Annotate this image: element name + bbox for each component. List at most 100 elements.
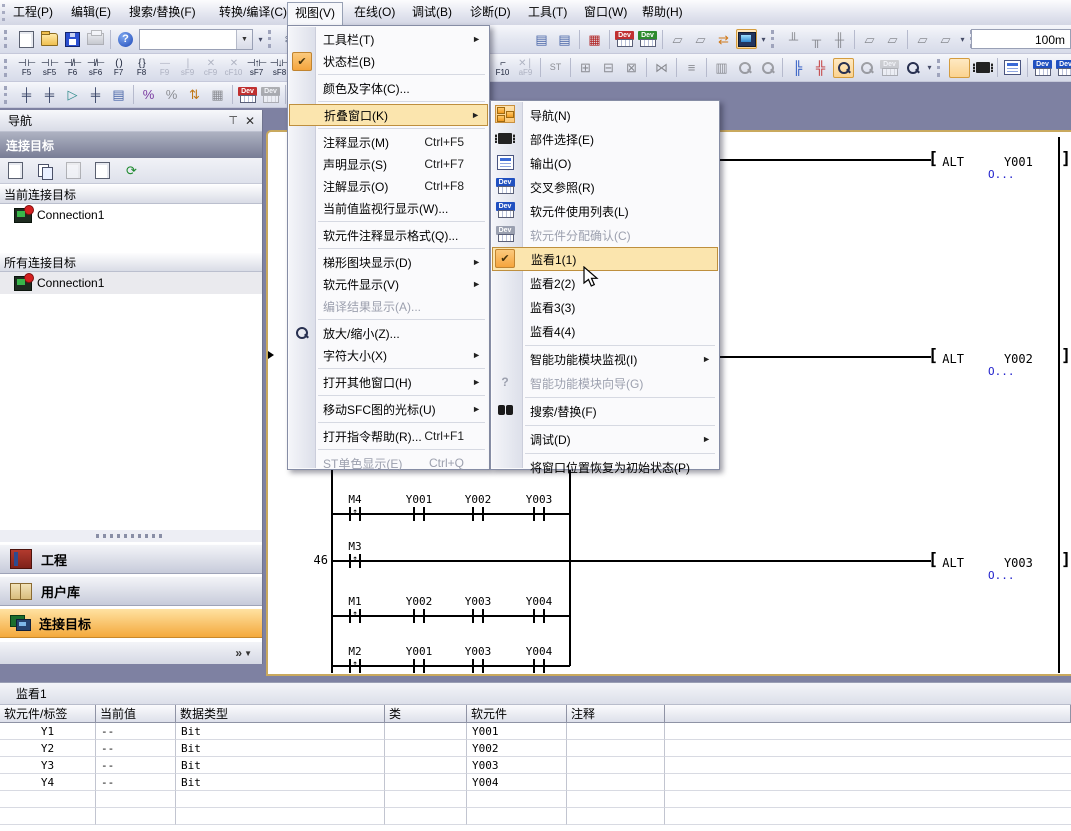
watch-cell[interactable]: -- [96, 774, 176, 791]
column-header-6[interactable]: 注释 [567, 705, 665, 723]
watch-empty-cell[interactable] [0, 791, 96, 808]
new-file-icon[interactable] [16, 29, 37, 49]
ladder-symbol-cF10-button[interactable]: ✕cF10 [222, 55, 245, 81]
dev-down-blue-icon[interactable]: Dev [260, 85, 281, 105]
watch-empty-cell[interactable] [467, 791, 567, 808]
menu-item[interactable]: 智能功能模块监视(I)► [492, 347, 718, 371]
watch-cell[interactable] [385, 723, 467, 740]
menu-8[interactable]: 诊断(D) [463, 2, 518, 23]
menu-item[interactable]: 移动SFC图的光标(U)► [289, 398, 488, 420]
table-down-icon[interactable]: ▦ [207, 85, 228, 105]
zoom-icon[interactable] [902, 58, 923, 78]
watch-empty-cell[interactable] [176, 791, 385, 808]
paste-icon[interactable] [63, 161, 84, 181]
toolbar-grip[interactable] [937, 59, 944, 77]
connection-item[interactable]: Connection1 [0, 272, 262, 294]
watch-cell[interactable]: Bit [176, 757, 385, 774]
ladder-symbol-aF9-button[interactable]: ✕❘aF9 [514, 55, 537, 81]
menu-item[interactable]: 输出(O) [492, 151, 718, 175]
menu-item[interactable]: 编译结果显示(A)... [289, 295, 488, 317]
menu-11[interactable]: 帮助(H) [635, 2, 690, 23]
connection-item[interactable]: Connection1 [0, 204, 262, 226]
watch-cell[interactable]: Bit [176, 723, 385, 740]
menu-item[interactable]: 字符大小(X)► [289, 344, 488, 366]
watch-cell[interactable] [385, 774, 467, 791]
watch-cell[interactable]: Y004 [467, 774, 567, 791]
tree1-icon[interactable]: ╠ [787, 58, 808, 78]
ladder-symbol-F10-button[interactable]: ⌐F10 [491, 55, 514, 81]
toolbar-overflow-icon[interactable]: ▾ [255, 29, 266, 49]
find-in-doc-icon[interactable] [833, 58, 854, 78]
watch-cell[interactable]: -- [96, 740, 176, 757]
watch-cell[interactable] [567, 774, 665, 791]
save-icon[interactable] [62, 29, 83, 49]
ladder-symbol-F8-button[interactable]: { }F8 [130, 55, 153, 81]
device-find-icon[interactable]: ▦ [584, 29, 605, 49]
column-header-5[interactable]: 软元件 [467, 705, 567, 723]
menu-item[interactable]: 颜色及字体(C)... [289, 77, 488, 99]
menu-1[interactable]: 工程(P) [6, 2, 60, 23]
table-window2-icon[interactable]: ▤ [554, 29, 575, 49]
edit2-icon[interactable]: ⊟ [598, 58, 619, 78]
dev-monitor-red-icon[interactable]: Dev [614, 29, 635, 49]
watch-cell[interactable]: Bit [176, 740, 385, 757]
ladder-symbol-sF7-button[interactable]: ⊣↑⊢sF7 [245, 55, 268, 81]
program-combo-box[interactable]: ▼ [139, 29, 253, 50]
ladder-block2-icon[interactable]: ╪ [39, 85, 60, 105]
watch-cell[interactable] [385, 740, 467, 757]
ladder-symbol-F5-button[interactable]: ⊣ ⊢F5 [15, 55, 38, 81]
transfer1-icon[interactable]: ▱ [667, 29, 688, 49]
transfer-setup-icon[interactable]: ⇄ [713, 29, 734, 49]
st-icon[interactable]: ST [545, 58, 566, 78]
watch-cell[interactable]: Y2 [0, 740, 96, 757]
device-list-toggle-icon[interactable]: Dev [1055, 58, 1071, 78]
doc1-icon[interactable]: ▥ [711, 58, 732, 78]
watch-cell[interactable] [665, 740, 1071, 757]
watch-cell[interactable] [385, 757, 467, 774]
ladder-monitor6-icon[interactable]: ▱ [912, 29, 933, 49]
watch-cell[interactable] [567, 757, 665, 774]
column-header-1[interactable]: 软元件/标签 [0, 705, 96, 723]
watch-cell[interactable]: Y1 [0, 723, 96, 740]
toolbar-grip[interactable] [268, 30, 275, 48]
menu-item[interactable]: 当前值监视行显示(W)... [289, 197, 488, 219]
open-file-icon[interactable] [39, 29, 60, 49]
column-header-4[interactable]: 类 [385, 705, 467, 723]
watch-empty-cell[interactable] [176, 808, 385, 825]
menu-item[interactable]: 将窗口位置恢复为初始状态(P) [492, 455, 718, 479]
watch-cell[interactable]: Bit [176, 774, 385, 791]
output-toggle-icon[interactable] [1002, 58, 1023, 78]
watch-cell[interactable] [567, 740, 665, 757]
menu-item[interactable]: 折叠窗口(K)► [289, 104, 488, 126]
ladder-symbol-F7-button[interactable]: ( )F7 [107, 55, 130, 81]
toolbar-grip[interactable] [4, 86, 11, 104]
column-header-2[interactable]: 当前值 [96, 705, 176, 723]
find-contact-icon[interactable] [856, 58, 877, 78]
menu-4[interactable]: 转换/编译(C) [212, 2, 294, 23]
menu-item[interactable]: 部件选择(E) [492, 127, 718, 151]
column-header-3[interactable]: 数据类型 [176, 705, 385, 723]
watch-empty-cell[interactable] [665, 791, 1071, 808]
watch-empty-cell[interactable] [96, 808, 176, 825]
ladder-monitor5-icon[interactable]: ▱ [882, 29, 903, 49]
sidebar-stack-1[interactable]: 工程 [0, 544, 262, 574]
toolbar-grip[interactable] [771, 30, 778, 48]
watch-empty-cell[interactable] [665, 808, 1071, 825]
menu-item[interactable]: 交叉参照(R) [492, 175, 718, 199]
watch-cell[interactable]: Y002 [467, 740, 567, 757]
menu-item[interactable]: 监看4(4) [492, 319, 718, 343]
chevron-expand-icon[interactable]: » [235, 646, 242, 660]
pin-icon[interactable]: ⊤ [228, 114, 238, 127]
ladder-block1-icon[interactable]: ╪ [16, 85, 37, 105]
menu-item[interactable]: 注解显示(O)Ctrl+F8 [289, 175, 488, 197]
menu-5[interactable]: 视图(V) [287, 2, 343, 26]
new-connection-icon[interactable] [5, 161, 26, 181]
ladder-monitor2-icon[interactable]: ╥ [806, 29, 827, 49]
help-icon[interactable]: ? [115, 29, 136, 49]
dev-gray-icon[interactable]: Dev [879, 58, 900, 78]
menu-3[interactable]: 搜索/替换(F) [122, 2, 203, 23]
edit1-icon[interactable]: ⊞ [575, 58, 596, 78]
ladder-block3-icon[interactable]: ╪ [85, 85, 106, 105]
menu-item[interactable]: 状态栏(B) [289, 50, 488, 72]
dev-batch-green-icon[interactable]: Dev [637, 29, 658, 49]
